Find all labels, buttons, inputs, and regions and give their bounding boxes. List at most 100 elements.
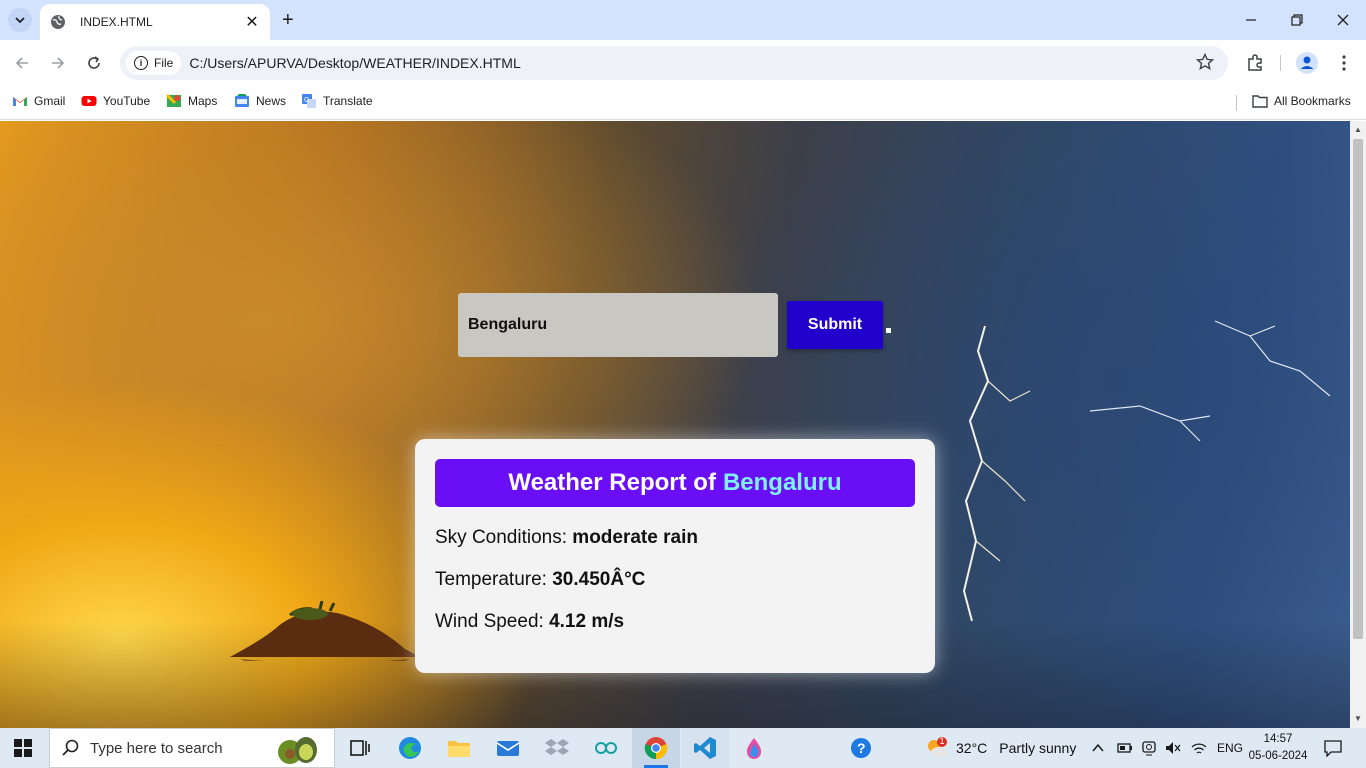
tab-strip: INDEX.HTML ✕ + xyxy=(0,0,1366,40)
address-bar[interactable]: i File C:/Users/APURVA/Desktop/WEATHER/I… xyxy=(120,46,1228,80)
sky-label: Sky Conditions: xyxy=(435,527,568,548)
chevron-down-icon xyxy=(15,17,25,24)
bookmark-label: Gmail xyxy=(34,94,66,108)
clock-date: 05-06-2024 xyxy=(1248,750,1308,762)
taskbar-search-box[interactable]: Type here to search xyxy=(49,728,335,768)
arrow-right-icon xyxy=(52,57,65,69)
notifications-icon[interactable] xyxy=(1324,739,1342,757)
youtube-icon xyxy=(81,96,97,106)
all-bookmarks-button[interactable]: All Bookmarks xyxy=(1252,93,1351,109)
bookmark-label: Translate xyxy=(323,94,373,108)
close-tab-icon[interactable]: ✕ xyxy=(244,12,260,32)
paint-icon[interactable] xyxy=(742,736,766,760)
mail-icon[interactable] xyxy=(496,736,520,760)
bookmark-maps[interactable]: Maps xyxy=(166,93,217,109)
profile-button[interactable] xyxy=(1295,51,1319,75)
info-icon: i xyxy=(134,56,148,70)
scroll-thumb[interactable] xyxy=(1353,139,1363,639)
stray-dot xyxy=(886,328,891,333)
forward-button[interactable] xyxy=(46,51,70,75)
task-view-icon[interactable] xyxy=(348,736,372,760)
wifi-icon[interactable] xyxy=(1191,740,1207,756)
close-icon xyxy=(1337,14,1349,26)
extensions-button[interactable] xyxy=(1243,51,1267,75)
weather-temp: 32°C xyxy=(956,740,988,756)
city-input[interactable] xyxy=(458,293,778,357)
tab-search-button[interactable] xyxy=(8,8,32,32)
chrome-taskbar-active[interactable] xyxy=(632,728,680,768)
dropbox-icon[interactable] xyxy=(545,736,569,760)
wind-speed-label: Wind Speed: xyxy=(435,611,544,632)
language-indicator[interactable]: ENG xyxy=(1217,741,1243,755)
vscode-icon xyxy=(694,737,716,759)
weather-report-card: Weather Report of Bengaluru Sky Conditio… xyxy=(415,439,935,673)
search-icon xyxy=(62,739,79,756)
scroll-up-icon[interactable]: ▲ xyxy=(1354,125,1362,134)
volume-mute-icon[interactable] xyxy=(1165,740,1181,756)
windows-taskbar: Type here to search ? 1 32°C Partly sunn… xyxy=(0,728,1366,768)
star-icon[interactable] xyxy=(1196,53,1214,71)
weather-badge: 1 xyxy=(939,736,945,746)
bookmark-youtube[interactable]: YouTube xyxy=(81,93,150,109)
bookmark-label: News xyxy=(256,94,287,108)
url-text[interactable]: C:/Users/APURVA/Desktop/WEATHER/INDEX.HT… xyxy=(189,55,520,71)
arduino-icon[interactable] xyxy=(594,736,618,760)
temperature-value: 30.450Â°C xyxy=(552,569,646,590)
battery-icon[interactable] xyxy=(1117,741,1133,755)
minimize-icon xyxy=(1246,19,1256,21)
bookmark-news[interactable]: News xyxy=(234,93,286,109)
restore-button[interactable] xyxy=(1274,0,1320,40)
all-bookmarks-label: All Bookmarks xyxy=(1274,94,1351,108)
help-icon[interactable]: ? xyxy=(849,736,873,760)
weather-report-header: Weather Report of Bengaluru xyxy=(435,459,915,507)
bookmark-label: YouTube xyxy=(103,94,151,108)
edge-icon[interactable] xyxy=(398,736,422,760)
chrome-icon xyxy=(644,737,668,760)
reload-icon xyxy=(88,56,100,69)
scroll-down-icon[interactable]: ▼ xyxy=(1354,714,1362,723)
windows-start-icon[interactable] xyxy=(14,739,32,757)
temperature-row: Temperature: 30.450Â°C xyxy=(435,569,645,591)
menu-button[interactable] xyxy=(1332,51,1356,75)
weather-desc: Partly sunny xyxy=(999,740,1077,756)
more-vertical-icon xyxy=(1342,55,1346,71)
temperature-label: Temperature: xyxy=(435,569,547,590)
island-image xyxy=(230,601,420,661)
submit-button[interactable]: Submit xyxy=(787,301,883,349)
bookmark-translate[interactable]: G Translate xyxy=(301,93,373,109)
weather-report-title: Weather Report of xyxy=(508,469,716,496)
avatar-icon xyxy=(1296,52,1318,74)
close-window-button[interactable] xyxy=(1320,0,1366,40)
clock-time: 14:57 xyxy=(1263,733,1293,745)
chevron-up-icon[interactable] xyxy=(1091,741,1105,755)
translate-icon: G xyxy=(302,94,316,108)
bookmark-gmail[interactable]: Gmail xyxy=(12,93,65,109)
bookmarks-bar: Gmail YouTube Maps News G Translate All … xyxy=(0,86,1366,120)
reload-button[interactable] xyxy=(82,51,106,75)
svg-text:?: ? xyxy=(857,740,866,756)
file-explorer-icon[interactable] xyxy=(447,736,471,760)
sky-conditions-row: Sky Conditions: moderate rain xyxy=(435,527,698,549)
minimize-button[interactable] xyxy=(1228,0,1274,40)
browser-toolbar: i File C:/Users/APURVA/Desktop/WEATHER/I… xyxy=(0,40,1366,86)
new-tab-button[interactable]: + xyxy=(282,9,294,32)
sky-value: moderate rain xyxy=(572,527,698,548)
weather-report-city: Bengaluru xyxy=(722,469,842,496)
vscode-taskbar-item[interactable] xyxy=(681,728,729,768)
page-scrollbar[interactable]: ▲ ▼ xyxy=(1350,121,1366,728)
chip-label: File xyxy=(154,56,174,70)
taskbar-clock[interactable]: 14:57 05-06-2024 xyxy=(1244,731,1312,765)
tab-title: INDEX.HTML xyxy=(80,15,153,29)
maps-icon xyxy=(166,93,181,107)
weather-widget[interactable]: 1 32°C Partly sunny xyxy=(924,728,1076,768)
camera-icon[interactable] xyxy=(1141,740,1157,756)
wind-speed-row: Wind Speed: 4.12 m/s xyxy=(435,611,624,633)
tab-index-html[interactable]: INDEX.HTML ✕ xyxy=(40,4,270,40)
system-tray: ENG xyxy=(1091,728,1243,768)
back-button[interactable] xyxy=(10,51,34,75)
globe-icon xyxy=(51,15,65,29)
news-icon xyxy=(235,94,249,107)
folder-icon xyxy=(1252,95,1268,108)
bookmarks-divider xyxy=(1236,95,1237,111)
site-info-chip[interactable]: i File xyxy=(126,51,182,75)
